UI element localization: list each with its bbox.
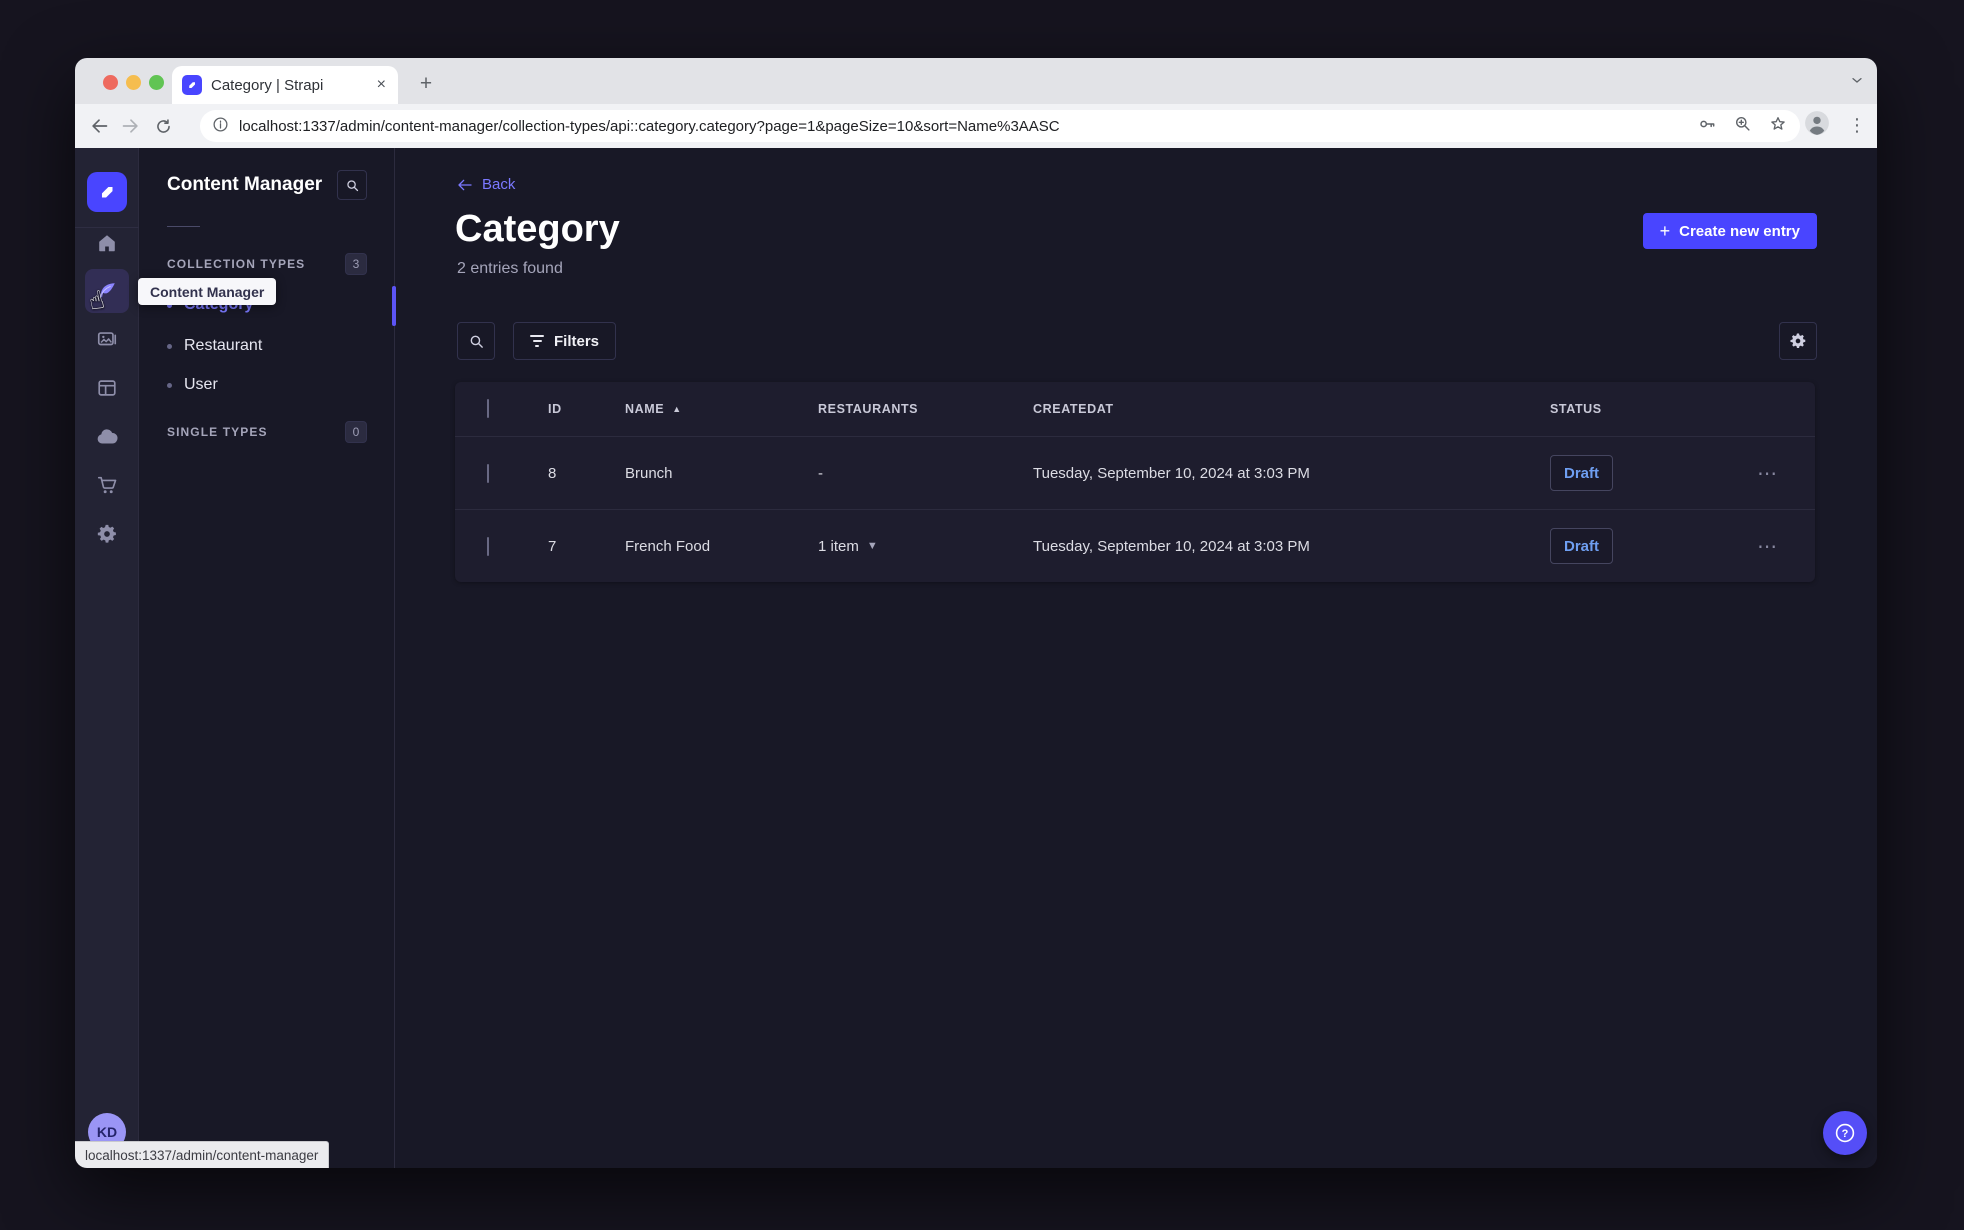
nav-home-icon[interactable] — [85, 221, 129, 265]
collection-types-count: 3 — [345, 253, 367, 275]
row-actions-menu-icon[interactable]: ⋯ — [1757, 534, 1778, 559]
row-checkbox[interactable] — [487, 536, 489, 556]
cell-name: Brunch — [625, 464, 673, 482]
cell-id: 8 — [548, 464, 557, 482]
subnav-item-label: Restaurant — [184, 337, 263, 354]
cell-id: 7 — [548, 537, 557, 555]
close-tab-icon[interactable]: × — [375, 76, 388, 94]
table-header-row: ID NAME ▲ RESTAURANTS CREATEDAT STATUS — [455, 382, 1815, 436]
arrow-left-icon — [458, 179, 472, 190]
column-header-id[interactable]: ID — [548, 402, 625, 416]
status-badge[interactable]: Draft — [1550, 528, 1614, 564]
password-manager-icon[interactable] — [1697, 114, 1717, 139]
help-button[interactable]: ? — [1823, 1111, 1867, 1155]
entries-table: ID NAME ▲ RESTAURANTS CREATEDAT STATUS 8 … — [455, 382, 1815, 582]
list-actions-row: Filters — [457, 322, 1817, 360]
relation-cell[interactable]: 1 item ▼ — [818, 538, 1033, 555]
tab-search-chevron-icon[interactable] — [1849, 72, 1865, 93]
strapi-favicon — [182, 75, 202, 95]
subnav-divider — [167, 226, 200, 227]
new-tab-button[interactable]: + — [411, 69, 441, 99]
row-checkbox[interactable] — [487, 463, 489, 483]
create-new-entry-button[interactable]: + Create new entry — [1642, 213, 1817, 249]
subnav-search-button[interactable] — [337, 170, 367, 200]
fullscreen-window-button[interactable] — [149, 75, 164, 90]
cell-createdat: Tuesday, September 10, 2024 at 3:03 PM — [1033, 537, 1310, 555]
browser-toolbar: localhost:1337/admin/content-manager/col… — [75, 104, 1877, 148]
link-preview-statusbar: localhost:1337/admin/content-manager — [75, 1141, 330, 1168]
nav-marketplace-icon[interactable] — [85, 463, 129, 507]
nav-settings-icon[interactable] — [85, 512, 129, 556]
collection-types-label: COLLECTION TYPES — [167, 257, 306, 271]
zoom-page-icon[interactable] — [1733, 114, 1752, 138]
url-text[interactable]: localhost:1337/admin/content-manager/col… — [239, 118, 1685, 135]
view-settings-button[interactable] — [1779, 322, 1817, 360]
plus-icon: + — [1659, 220, 1671, 241]
sort-asc-icon: ▲ — [672, 404, 682, 414]
content-manager-tooltip: Content Manager — [138, 278, 277, 305]
browser-profile-avatar[interactable] — [1804, 110, 1830, 141]
browser-forward-icon[interactable] — [115, 110, 147, 142]
column-header-status[interactable]: STATUS — [1550, 402, 1752, 416]
single-types-label: SINGLE TYPES — [167, 425, 268, 439]
filters-label: Filters — [554, 332, 600, 350]
filter-icon — [530, 335, 544, 347]
status-badge[interactable]: Draft — [1550, 455, 1614, 491]
cell-restaurants: - — [818, 464, 823, 482]
nav-cloud-icon[interactable] — [85, 415, 129, 459]
close-window-button[interactable] — [103, 75, 118, 90]
subnav-item-restaurant[interactable]: Restaurant — [167, 337, 377, 355]
nav-media-library-icon[interactable] — [85, 317, 129, 361]
svg-text:?: ? — [1842, 1128, 1849, 1140]
url-bar[interactable]: localhost:1337/admin/content-manager/col… — [200, 110, 1800, 142]
browser-back-icon[interactable] — [83, 110, 115, 142]
collection-types-section: COLLECTION TYPES 3 — [167, 253, 367, 275]
browser-window: Category | Strapi × + localhost:1337/adm… — [75, 58, 1877, 1168]
single-types-count: 0 — [345, 421, 367, 443]
entries-count: 2 entries found — [457, 260, 563, 277]
tab-title: Category | Strapi — [211, 76, 324, 94]
subnav-item-user[interactable]: User — [167, 376, 377, 394]
nav-content-type-builder-icon[interactable] — [85, 366, 129, 410]
column-header-restaurants[interactable]: RESTAURANTS — [818, 402, 1033, 416]
strapi-logo[interactable] — [87, 172, 127, 212]
column-header-createdat[interactable]: CREATEDAT — [1033, 402, 1550, 416]
select-all-checkbox[interactable] — [487, 399, 489, 418]
cell-name: French Food — [625, 537, 711, 555]
back-link[interactable]: Back — [457, 176, 515, 193]
traffic-lights — [103, 75, 164, 90]
single-types-section: SINGLE TYPES 0 — [167, 421, 367, 443]
bullet-icon — [167, 382, 172, 388]
main-nav-rail: ☝ KD — [75, 148, 139, 1168]
cell-createdat: Tuesday, September 10, 2024 at 3:03 PM — [1033, 464, 1310, 482]
subnav-title: Content Manager — [167, 174, 323, 195]
browser-tab[interactable]: Category | Strapi × — [172, 66, 398, 104]
list-search-button[interactable] — [457, 322, 495, 360]
back-label: Back — [482, 176, 516, 193]
main-content: Back Category 2 entries found + Create n… — [395, 148, 1877, 1168]
browser-reload-icon[interactable] — [147, 110, 179, 142]
create-button-label: Create new entry — [1679, 222, 1800, 240]
bookmark-star-icon[interactable] — [1768, 114, 1788, 139]
strapi-admin: ☝ KD Content Manager COLLECTION TYPES 3 … — [75, 148, 1877, 1168]
page-title: Category — [455, 208, 620, 250]
table-row[interactable]: 7 French Food 1 item ▼ Tuesday, Septembe… — [455, 509, 1815, 582]
row-actions-menu-icon[interactable]: ⋯ — [1757, 461, 1778, 486]
filters-button[interactable]: Filters — [513, 322, 617, 360]
subnav-item-label: User — [184, 376, 218, 393]
tab-strip: Category | Strapi × + — [75, 58, 1877, 104]
column-header-name[interactable]: NAME ▲ — [625, 402, 818, 416]
cell-restaurants: 1 item — [818, 537, 859, 555]
browser-menu-icon[interactable]: ⋮ — [1848, 115, 1867, 136]
table-row[interactable]: 8 Brunch - Tuesday, September 10, 2024 a… — [455, 436, 1815, 509]
site-info-icon[interactable] — [212, 116, 229, 137]
bullet-icon — [167, 343, 172, 349]
chevron-down-icon: ▼ — [866, 540, 878, 552]
minimize-window-button[interactable] — [126, 75, 141, 90]
